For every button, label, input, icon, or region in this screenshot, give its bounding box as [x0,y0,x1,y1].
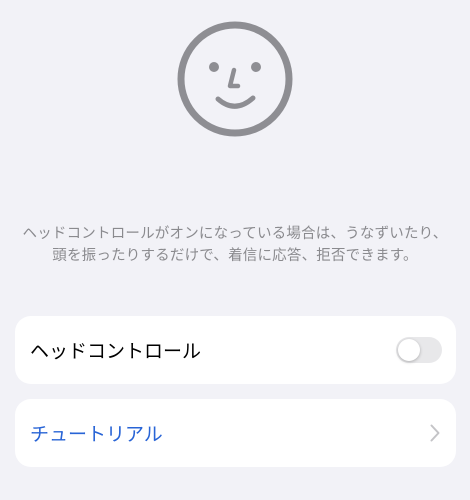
head-control-description: ヘッドコントロールがオンになっている場合は、うなずいたり、頭を振ったりするだけで… [22,226,448,264]
toggle-knob [398,339,420,361]
chevron-right-icon [430,424,440,442]
tutorial-row[interactable]: チュートリアル [15,399,456,467]
tutorial-link[interactable]: チュートリアル [30,420,163,447]
head-control-row: ヘッドコントロール [15,316,456,384]
head-control-label: ヘッドコントロール [30,340,202,363]
head-control-toggle[interactable] [396,337,442,363]
face-smile-icon [176,20,294,138]
